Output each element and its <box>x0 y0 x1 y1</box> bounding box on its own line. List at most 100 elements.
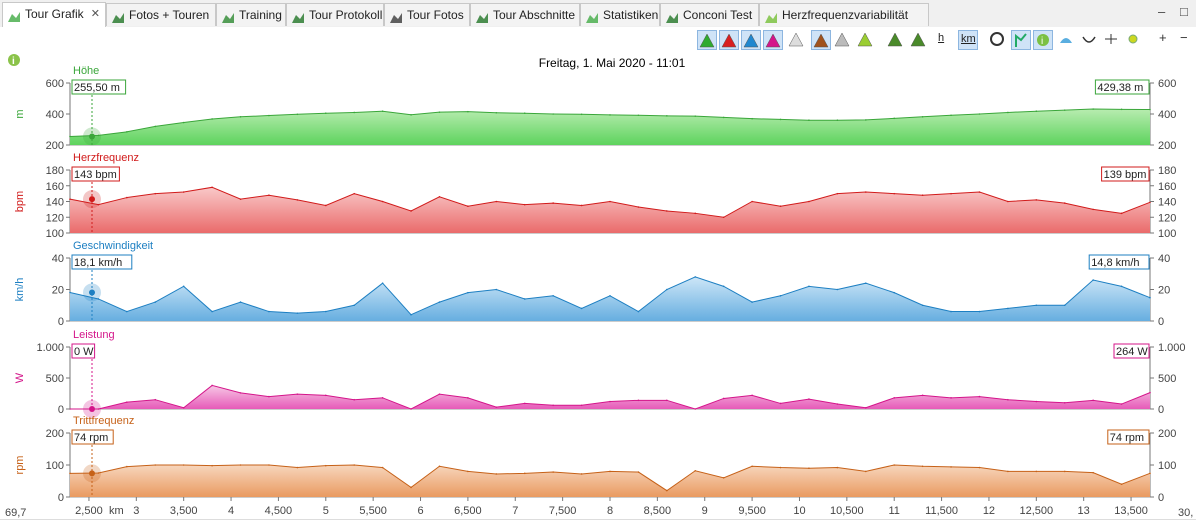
y-tick-label-left: 500 <box>46 373 64 385</box>
data-point-hoehe <box>523 112 526 115</box>
panel-herz[interactable] <box>69 170 1151 234</box>
y-tick-label-left: 100 <box>46 460 64 472</box>
position-marker-dot[interactable] <box>89 196 95 203</box>
graph-options-icon[interactable] <box>1124 30 1144 50</box>
data-point-hoehe <box>808 119 810 121</box>
close-tab-icon[interactable]: ✕ <box>91 3 100 25</box>
data-point-cadence <box>722 477 725 479</box>
data-point-cadence <box>978 466 981 469</box>
data-point-power <box>353 398 356 401</box>
graph-background-icon[interactable] <box>988 30 1008 50</box>
data-point-hoehe <box>978 113 981 115</box>
data-point-herz <box>410 210 412 212</box>
tab-fotos-touren[interactable]: Fotos + Touren <box>106 3 216 26</box>
series-name-herz: Herzfrequenz <box>73 152 139 164</box>
statistics-icon <box>585 9 599 23</box>
show-tour-marker-icon[interactable] <box>1011 30 1031 50</box>
data-point-power <box>694 408 697 410</box>
x-tick-label: 2,500 <box>75 505 103 517</box>
tab-herzfrequenzvariabilität[interactable]: Herzfrequenzvariabilität <box>759 3 929 26</box>
data-point-power <box>1120 403 1123 405</box>
tab-tour-fotos[interactable]: Tour Fotos <box>384 3 470 26</box>
value-label-right: 14,8 km/h <box>1091 257 1139 269</box>
y-tick-label-left: 1.000 <box>36 342 64 354</box>
data-point-hoehe <box>324 112 327 115</box>
tab-tour-abschnitte[interactable]: Tour Abschnitte <box>470 3 580 26</box>
show-altimeter-icon[interactable] <box>856 30 876 50</box>
value-label-right: 139 bpm <box>1104 169 1147 181</box>
show-gradient-icon[interactable] <box>833 30 853 50</box>
y-axis-unit: km/h <box>14 278 26 302</box>
data-point-hoehe <box>495 111 498 114</box>
x-tick-label: 9 <box>702 505 708 517</box>
panel-cadence[interactable] <box>69 433 1151 498</box>
x-axis-time-button[interactable]: h <box>936 30 956 50</box>
show-info-tooltip-icon[interactable]: i <box>1033 30 1053 50</box>
position-marker-dot[interactable] <box>89 406 95 412</box>
tab-statistiken[interactable]: Statistiken <box>580 3 660 26</box>
data-point-cadence <box>580 473 583 475</box>
tab-conconi-test[interactable]: Conconi Test <box>660 3 759 26</box>
position-marker-dot[interactable] <box>89 470 95 477</box>
data-point-herz <box>154 192 157 195</box>
tab-tour-protokoll[interactable]: Tour Protokoll <box>286 3 384 26</box>
data-point-cadence <box>637 471 640 473</box>
position-marker-dot[interactable] <box>89 133 95 140</box>
data-point-hoehe <box>609 114 611 116</box>
panel-power[interactable] <box>69 347 1151 410</box>
data-point-hoehe <box>126 131 128 133</box>
data-point-power <box>1007 398 1009 401</box>
x-right-value: 30, <box>1178 507 1193 519</box>
data-point-power <box>410 408 412 410</box>
minimize-button[interactable]: – <box>1158 4 1165 19</box>
data-point-speed <box>751 301 753 303</box>
show-pulse-icon[interactable] <box>719 30 739 50</box>
data-point-speed <box>381 282 384 284</box>
data-point-speed <box>552 295 554 297</box>
tour-graph[interactable]: Freitag, 1. Mai 2020 - 11:01i600 600400 40… <box>0 53 1196 519</box>
show-temperature-icon[interactable] <box>811 30 831 50</box>
data-point-herz <box>126 196 128 199</box>
data-point-power <box>211 384 213 387</box>
data-point-hoehe <box>921 115 924 118</box>
x-axis-distance-button[interactable]: km <box>958 30 978 50</box>
zoom-out-button[interactable]: − <box>1180 30 1188 45</box>
y-tick-label-right: 600 <box>1158 78 1176 90</box>
data-point-speed <box>353 304 356 307</box>
series-area-cadence <box>70 465 1150 497</box>
data-point-cadence <box>1120 483 1123 486</box>
show-speed-icon[interactable] <box>741 30 761 50</box>
data-point-herz <box>921 194 924 196</box>
panel-speed[interactable] <box>69 258 1151 322</box>
show-altitude-icon[interactable] <box>697 30 717 50</box>
show-tour-segments-icon[interactable] <box>886 30 906 50</box>
data-point-power <box>978 395 981 398</box>
tab-tour-grafik[interactable]: Tour Grafik ✕ <box>2 2 106 27</box>
data-point-speed <box>211 310 213 313</box>
tab-training[interactable]: Training <box>216 3 286 26</box>
zoom-fit-icon[interactable] <box>1102 30 1122 50</box>
x-tick-label: 4,500 <box>265 505 293 517</box>
data-point-herz <box>324 204 327 207</box>
position-marker-dot[interactable] <box>89 289 95 296</box>
tab-label: Statistiken <box>603 8 659 22</box>
panel-hoehe[interactable] <box>69 83 1151 146</box>
show-power-icon[interactable] <box>763 30 783 50</box>
data-point-power <box>268 395 270 398</box>
value-label-left: 74 rpm <box>74 432 108 444</box>
scroll-zoom-icon[interactable] <box>1080 30 1100 50</box>
tab-label: Tour Grafik <box>25 7 84 21</box>
data-point-cadence <box>296 466 299 469</box>
y-tick-label-left: 160 <box>46 181 64 193</box>
heart-icon <box>764 9 778 23</box>
show-sliders-icon[interactable] <box>1057 30 1077 50</box>
show-pace-icon[interactable] <box>787 30 807 50</box>
y-tick-label-right: 120 <box>1158 212 1176 224</box>
maximize-button[interactable]: □ <box>1180 4 1188 19</box>
info-icon[interactable]: i <box>8 54 20 67</box>
data-point-power <box>239 392 242 394</box>
data-point-power <box>296 393 299 395</box>
svg-text:i: i <box>1041 36 1043 47</box>
zoom-in-button[interactable]: + <box>1159 30 1167 45</box>
show-merged-icon[interactable] <box>909 30 929 50</box>
